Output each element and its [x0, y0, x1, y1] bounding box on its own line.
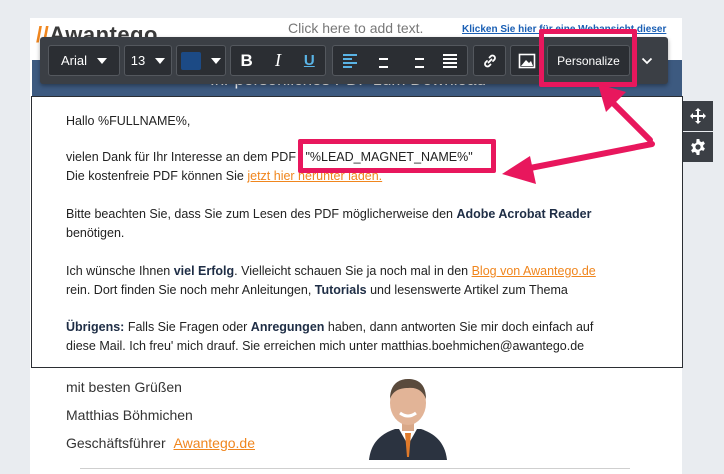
move-icon: [690, 108, 706, 124]
arrow-to-personalize: [598, 84, 653, 143]
annotation-arrows: [502, 84, 655, 184]
portrait-image: [365, 371, 451, 460]
signature-name: Matthias Böhmichen: [66, 407, 193, 423]
signature-title: Geschäftsführer Awantego.de: [66, 435, 255, 451]
settings-button[interactable]: [683, 132, 713, 162]
gear-icon: [691, 139, 705, 155]
arrow-to-merge-tag: [502, 141, 655, 184]
move-handle-button[interactable]: [683, 101, 713, 131]
signature-title-text: Geschäftsführer: [66, 435, 170, 451]
company-link[interactable]: Awantego.de: [174, 435, 255, 451]
author-photo: [365, 371, 451, 460]
footer-divider: [80, 468, 630, 469]
signature-closing: mit besten Grüßen: [66, 379, 182, 395]
